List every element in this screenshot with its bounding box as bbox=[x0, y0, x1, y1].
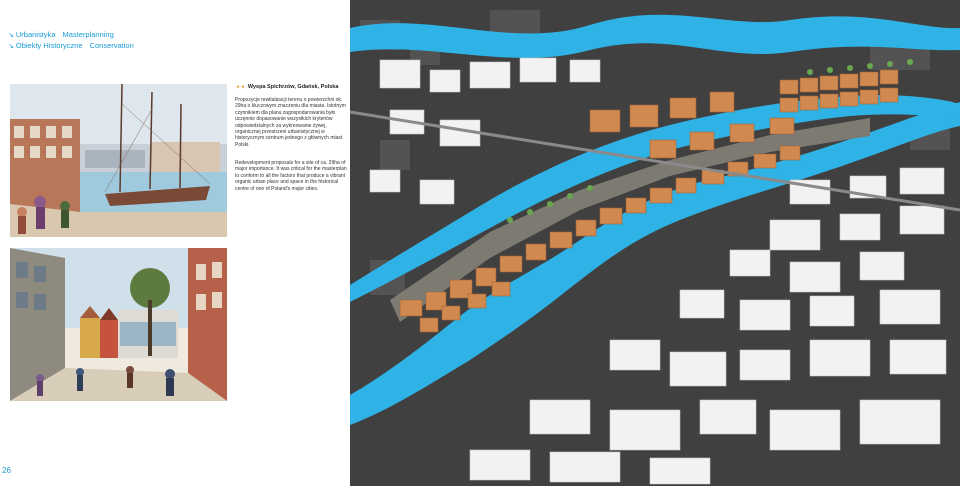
description-polish: Propozycje rewitalizacji terenu o powier… bbox=[235, 97, 346, 148]
arrow-down-right-icon: ↘ bbox=[8, 32, 14, 39]
description-english: Redevelopment proposals for a site of ca… bbox=[235, 160, 347, 192]
left-page: ↘ Urbanistyka Masterplanning ↘ Obiekty Hist… bbox=[0, 0, 350, 486]
section-navigation: ↘ Urbanistyka Masterplanning ↘ Obiekty Hist… bbox=[8, 30, 134, 52]
nav-link-conservation[interactable]: Conservation bbox=[90, 41, 134, 50]
nav-link-masterplanning[interactable]: Masterplanning bbox=[62, 30, 113, 39]
project-title: Wyspa Spichrzów, Gdańsk, Polska bbox=[247, 84, 339, 90]
nav-row-1: ↘ Urbanistyka Masterplanning bbox=[8, 30, 134, 41]
page-number: 26 bbox=[2, 466, 11, 475]
nav-link-obiekty-historyczne[interactable]: Obiekty Historyczne bbox=[16, 41, 83, 50]
nav-row-2: ↘ Obiekty Historyczne Conservation bbox=[8, 41, 134, 52]
waterfront-sketch-illustration bbox=[10, 84, 227, 237]
aerial-masterplan-render bbox=[350, 0, 960, 486]
nav-link-urbanistyka[interactable]: Urbanistyka bbox=[16, 30, 56, 39]
bullet-arrow-icon: ◄◄ bbox=[235, 84, 245, 90]
project-heading: ◄◄ Wyspa Spichrzów, Gdańsk, Polska bbox=[235, 84, 338, 90]
right-page bbox=[350, 0, 960, 486]
street-scene-sketch-illustration bbox=[10, 248, 227, 401]
arrow-down-right-icon: ↘ bbox=[8, 43, 14, 50]
